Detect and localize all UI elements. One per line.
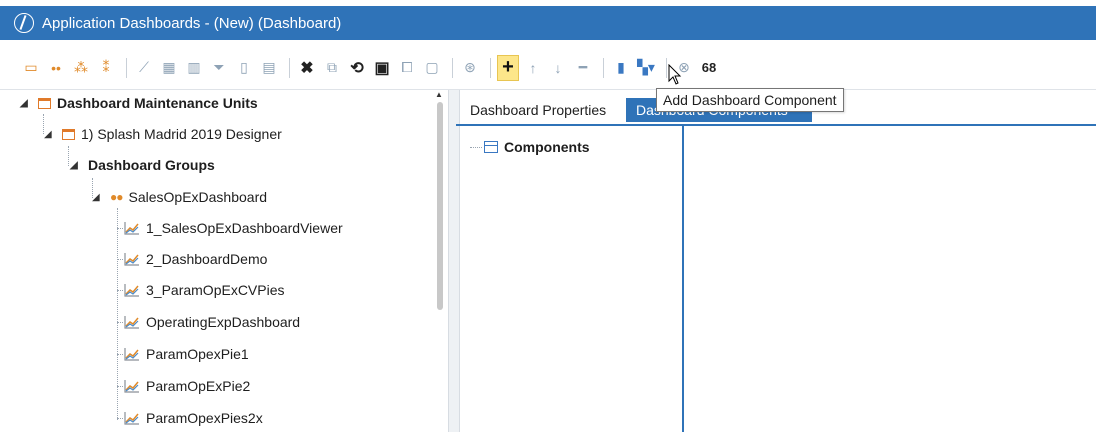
tree-label: Components (504, 139, 590, 155)
tree-label: 1_SalesOpExDashboardViewer (146, 220, 343, 236)
toolbar-separator (490, 57, 491, 78)
tree-item-dashboard[interactable]: ParamOpExPie2 (124, 375, 250, 397)
hierarchy-icon[interactable]: ⁂ (70, 55, 92, 81)
expand-arrow-icon[interactable]: ◢ (20, 98, 32, 109)
refresh-icon[interactable]: ⟲ (346, 55, 368, 81)
group-dots-icon: ●● (110, 190, 123, 204)
tree-label: 1) Splash Madrid 2019 Designer (81, 126, 282, 142)
tree-item-dashboard[interactable]: ParamOpexPies2x (124, 407, 263, 429)
expand-arrow-icon[interactable]: ◢ (44, 129, 56, 140)
tree-connector (117, 418, 123, 419)
tree-connector (117, 386, 123, 387)
chart-icon (124, 284, 139, 297)
toolbar: ▭ •• ⁂ ⁑ ⟋ ▦ ▥ ⏷ ▯ ▤ ✖ ⧉ ⟲ ▣ ⧠ ▢ ⊛ + ↑ ↓… (0, 46, 1096, 90)
toolbar-separator (603, 57, 604, 78)
toolbar-separator (289, 57, 290, 78)
rename-icon[interactable]: ⧉ (321, 55, 343, 81)
remove-component-icon[interactable]: ━ (572, 55, 594, 81)
tree-item-dashboard[interactable]: ParamOpexPie1 (124, 343, 249, 365)
tree-connector (117, 208, 118, 420)
toolbar-separator (666, 57, 667, 78)
chart-icon (124, 348, 139, 361)
tree-item-group[interactable]: ◢ ●● SalesOpExDashboard (92, 186, 267, 208)
tree-item-unit[interactable]: ◢ 1) Splash Madrid 2019 Designer (44, 123, 282, 145)
add-child-icon[interactable]: ⁑ (95, 55, 117, 81)
tree-connector (117, 290, 123, 291)
extra-label[interactable]: 68 (698, 55, 720, 81)
scroll-thumb[interactable] (437, 102, 443, 310)
toolbar-separator (126, 57, 127, 78)
paste-icon[interactable]: ▢ (421, 55, 443, 81)
new-unit-icon[interactable]: ▭ (20, 55, 42, 81)
list-icon[interactable]: ▤ (258, 55, 280, 81)
app-logo-icon (14, 13, 34, 33)
tooltip: Add Dashboard Component (656, 88, 844, 112)
tree-item-dashboard[interactable]: OperatingExpDashboard (124, 311, 300, 333)
tree-label: OperatingExpDashboard (146, 314, 301, 330)
folder-icon (62, 128, 75, 140)
tree-label: SalesOpExDashboard (128, 189, 268, 205)
tab-dashboard-properties[interactable]: Dashboard Properties (460, 98, 620, 122)
tree-item-dashboard[interactable]: 2_DashboardDemo (124, 248, 267, 270)
tree-panel: ◢ Dashboard Maintenance Units ◢ 1) Splas… (0, 90, 434, 432)
chart-icon (124, 380, 139, 393)
tree-connector (68, 146, 69, 166)
components-tree-pane (456, 126, 684, 432)
tree-label: Dashboard Maintenance Units (57, 95, 258, 111)
tree-item-components[interactable]: Components (484, 136, 590, 158)
chart-icon (124, 222, 139, 235)
tree-item-dashboard-groups[interactable]: ◢ Dashboard Groups (70, 154, 215, 176)
chart-dropdown-icon[interactable]: ▚▾ (635, 55, 657, 81)
copy-icon[interactable]: ⧠ (396, 55, 418, 81)
tree-label: 2_DashboardDemo (146, 251, 268, 267)
tree-label: Dashboard Groups (88, 157, 215, 173)
tree-item-dashboard[interactable]: 3_ParamOpExCVPies (124, 279, 285, 301)
tree-connector (117, 322, 123, 323)
tree-item-dashboard[interactable]: 1_SalesOpExDashboardViewer (124, 217, 343, 239)
tree-label: 3_ParamOpExCVPies (146, 282, 285, 298)
grid-icon[interactable]: ▦ (158, 55, 180, 81)
tree-label: ParamOpexPie1 (146, 346, 249, 362)
search-icon[interactable]: ⊛ (459, 55, 481, 81)
chart-icon[interactable]: ⟋ (133, 55, 155, 81)
save-icon[interactable]: ▣ (371, 55, 393, 81)
tree-connector (117, 228, 123, 229)
chart-icon (124, 253, 139, 266)
table-icon (484, 141, 498, 153)
tree-scrollbar[interactable]: ▲ (434, 90, 446, 432)
tree-connector (117, 259, 123, 260)
document-icon[interactable]: ▯ (233, 55, 255, 81)
chart-icon (124, 412, 139, 425)
expand-arrow-icon[interactable]: ◢ (92, 192, 104, 203)
tree-label: ParamOpExPie2 (146, 378, 251, 394)
move-up-icon[interactable]: ↑ (522, 55, 544, 81)
filter-icon[interactable]: ⏷ (208, 55, 230, 81)
toolbar-separator (452, 57, 453, 78)
title-bar: Application Dashboards - (New) (Dashboar… (0, 6, 1096, 40)
move-down-icon[interactable]: ↓ (547, 55, 569, 81)
tree-label: ParamOpexPies2x (146, 410, 263, 426)
chart-icon (124, 316, 139, 329)
scroll-up-arrow-icon[interactable]: ▲ (435, 90, 443, 99)
tree-connector (470, 147, 482, 148)
tree-item-root[interactable]: ◢ Dashboard Maintenance Units (20, 92, 258, 114)
new-group-icon[interactable]: •• (45, 55, 67, 81)
window-title: Application Dashboards - (New) (Dashboar… (42, 14, 342, 32)
tree-connector (117, 354, 123, 355)
columns-icon[interactable]: ▥ (183, 55, 205, 81)
expand-arrow-icon[interactable]: ◢ (70, 160, 82, 171)
add-dashboard-component-icon[interactable]: + (497, 54, 519, 81)
mouse-cursor-icon (668, 64, 682, 85)
folder-icon (38, 97, 51, 109)
delete-icon[interactable]: ✖ (296, 55, 318, 81)
page-icon[interactable]: ▮ (610, 55, 632, 81)
